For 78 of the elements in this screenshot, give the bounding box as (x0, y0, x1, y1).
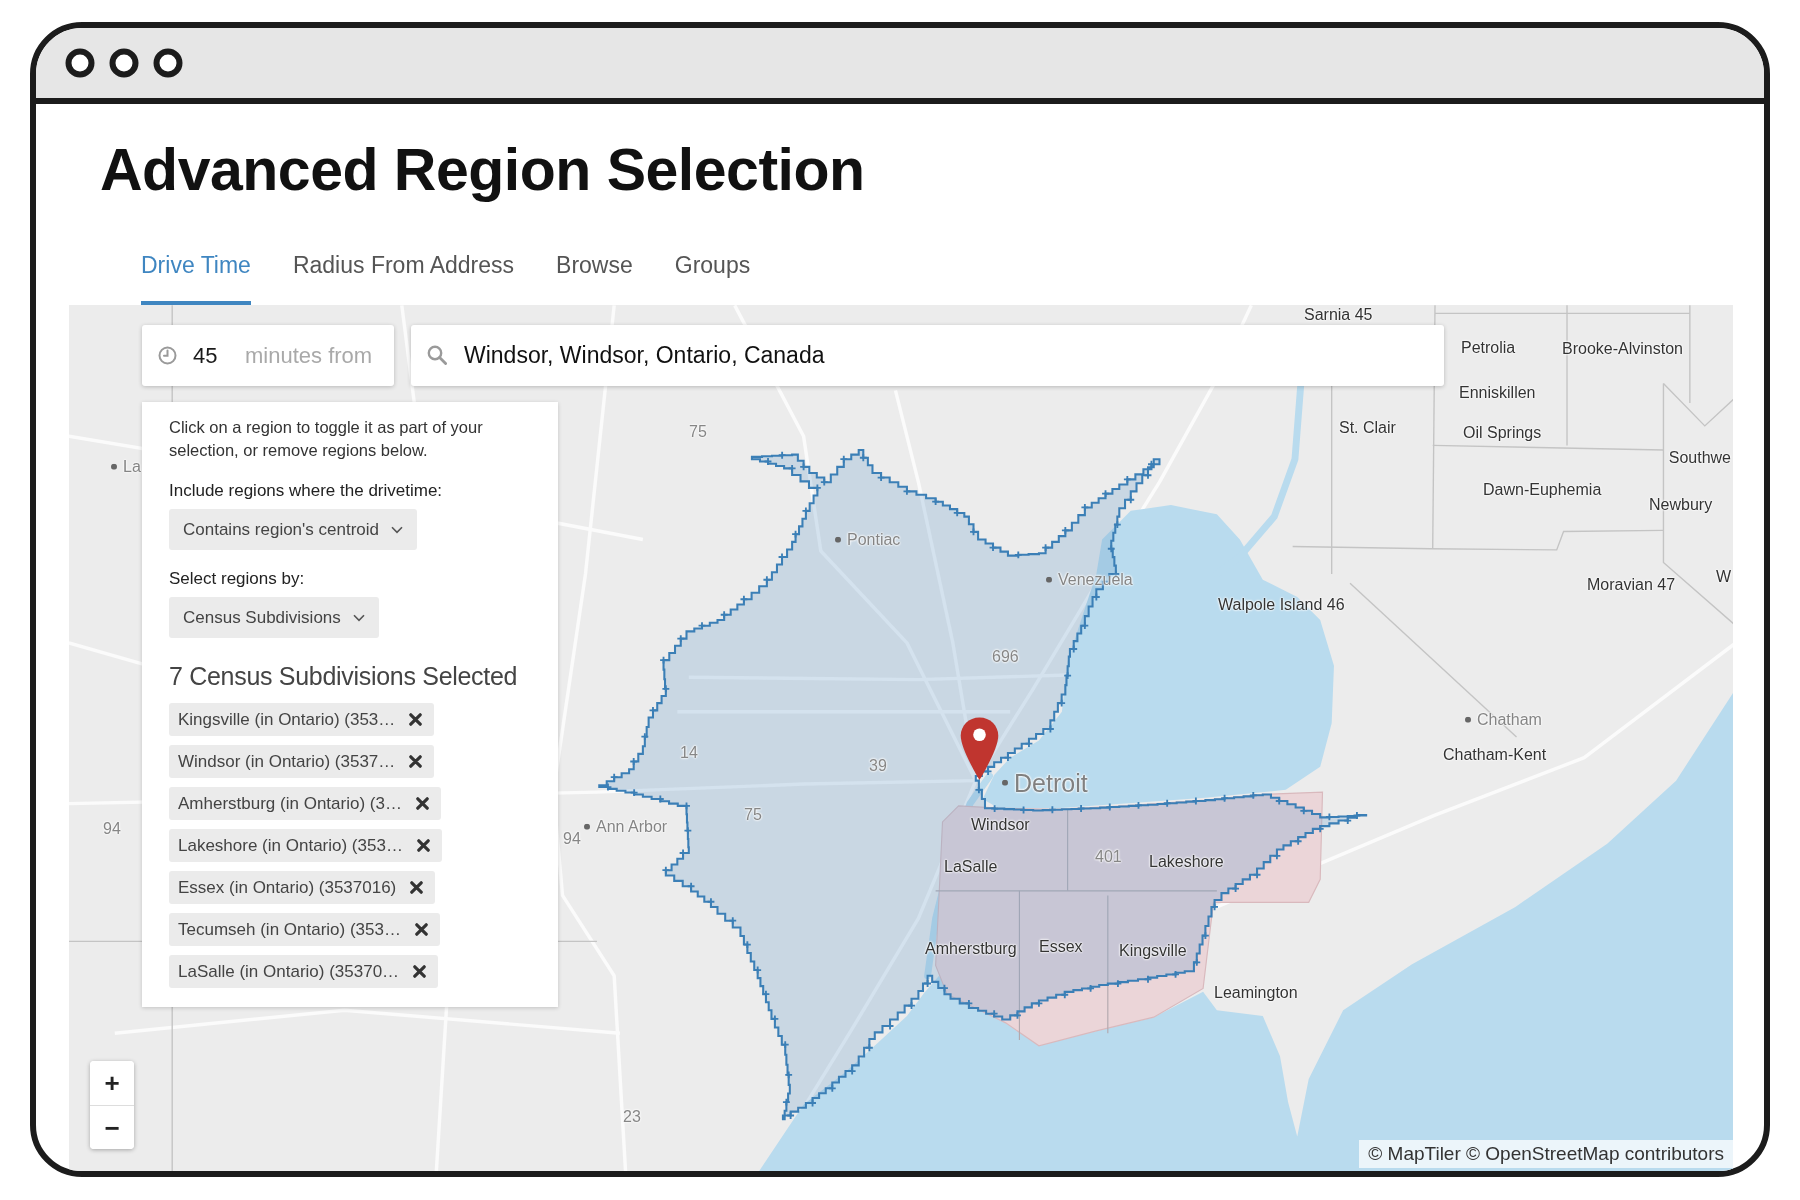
dot-icon (1046, 577, 1052, 583)
road-number-label: 94 (103, 819, 121, 839)
place-label: St. Clair (1339, 418, 1396, 438)
page-title: Advanced Region Selection (100, 136, 865, 205)
place-label: Kingsville (1119, 941, 1187, 961)
place-label: Enniskillen (1459, 383, 1536, 403)
search-field[interactable]: Windsor, Windsor, Ontario, Canada (411, 325, 1444, 386)
place-label: Southwe (1668, 448, 1731, 468)
field-label: Include regions where the drivetime: (169, 480, 443, 502)
road-number-label: 75 (689, 422, 707, 442)
road-number-label: 39 (869, 756, 887, 776)
close-icon[interactable] (415, 797, 429, 810)
close-icon[interactable] (416, 839, 430, 852)
place-label: Dawn-Euphemia (1483, 480, 1602, 500)
region-name: Lakeshore (in Ontario) (353… (178, 835, 403, 856)
dropdown-button[interactable]: Census Subdivisions (169, 597, 379, 638)
dot-icon (1002, 780, 1008, 786)
road-number-label: 14 (680, 743, 698, 763)
place-label: W (1715, 567, 1731, 587)
city-label: Pontiac (847, 530, 901, 550)
place-label: Lakeshore (1149, 852, 1224, 872)
city-label: Chatham (1477, 710, 1542, 730)
window-control-icon[interactable] (65, 48, 95, 78)
road-number-label: 401 (1095, 847, 1122, 867)
place-label: LaSalle (944, 857, 998, 877)
minutes-input[interactable]: 45 (193, 342, 229, 369)
dot-icon (111, 464, 117, 470)
region-name: Essex (in Ontario) (3537016) (178, 877, 397, 898)
dropdown-button[interactable]: Contains region's centroid (169, 509, 418, 550)
road-number-label: 75 (744, 805, 762, 825)
city-label: Detroit (1014, 768, 1088, 798)
unit-label: minutes from (245, 342, 373, 369)
place-label: Leamington (1214, 983, 1298, 1003)
place-label: Chatham-Kent (1443, 745, 1547, 765)
region-name: Tecumseh (in Ontario) (353… (178, 919, 401, 940)
region-name: Kingsville (in Ontario) (353… (178, 709, 396, 730)
place-label: Walpole Island 46 (1218, 595, 1345, 615)
dot-icon (584, 824, 590, 830)
city-label: Ann Arbor (596, 817, 668, 837)
chevron-down-icon (391, 525, 404, 534)
place-label: Essex (1039, 937, 1083, 957)
instructions-text: Click on a region to toggle it as part of your selection, or remove regions below. (169, 417, 484, 461)
selection-heading: 7 Census Subdivisions Selected (169, 661, 518, 692)
close-icon[interactable] (413, 965, 427, 978)
location-pin-icon (959, 716, 1000, 781)
close-icon[interactable] (415, 923, 428, 936)
close-icon[interactable] (410, 881, 424, 894)
zoom-out-button[interactable]: − (90, 1105, 134, 1149)
place-label: Oil Springs (1463, 423, 1542, 443)
window-control-icon[interactable] (109, 48, 139, 78)
road-number-label: 94 (563, 829, 581, 849)
tab[interactable]: Groups (674, 250, 751, 305)
place-label: Moravian 47 (1587, 575, 1676, 595)
clock-icon (158, 346, 177, 365)
search-icon (427, 345, 447, 365)
attribution-text: © MapTiler © OpenStreetMap contributors (1359, 1140, 1733, 1168)
place-label: Petrolia (1461, 338, 1516, 358)
region-name: LaSalle (in Ontario) (35370… (178, 961, 400, 982)
region-name: Windsor (in Ontario) (3537… (178, 751, 396, 772)
chevron-down-icon (352, 613, 365, 622)
place-label: Newbury (1649, 495, 1713, 515)
tab[interactable]: Radius From Address (292, 250, 515, 305)
place-label: Brooke-Alvinston (1562, 339, 1683, 359)
road-number-label: 696 (992, 647, 1019, 667)
dot-icon (835, 537, 841, 543)
field-label: Select regions by: (169, 568, 305, 590)
road-number-label: 23 (623, 1107, 641, 1127)
place-label: Sarnia 45 (1304, 305, 1373, 325)
window-control-icon[interactable] (153, 48, 183, 78)
dot-icon (1465, 717, 1471, 723)
region-name: Amherstburg (in Ontario) (3… (178, 793, 402, 814)
close-icon[interactable] (409, 713, 423, 726)
place-label: Amherstburg (925, 939, 1017, 959)
city-label: La (123, 457, 141, 477)
place-label: Windsor (971, 815, 1030, 835)
zoom-in-button[interactable]: + (90, 1061, 134, 1105)
tab[interactable]: Browse (556, 250, 633, 305)
close-icon[interactable] (409, 755, 423, 768)
